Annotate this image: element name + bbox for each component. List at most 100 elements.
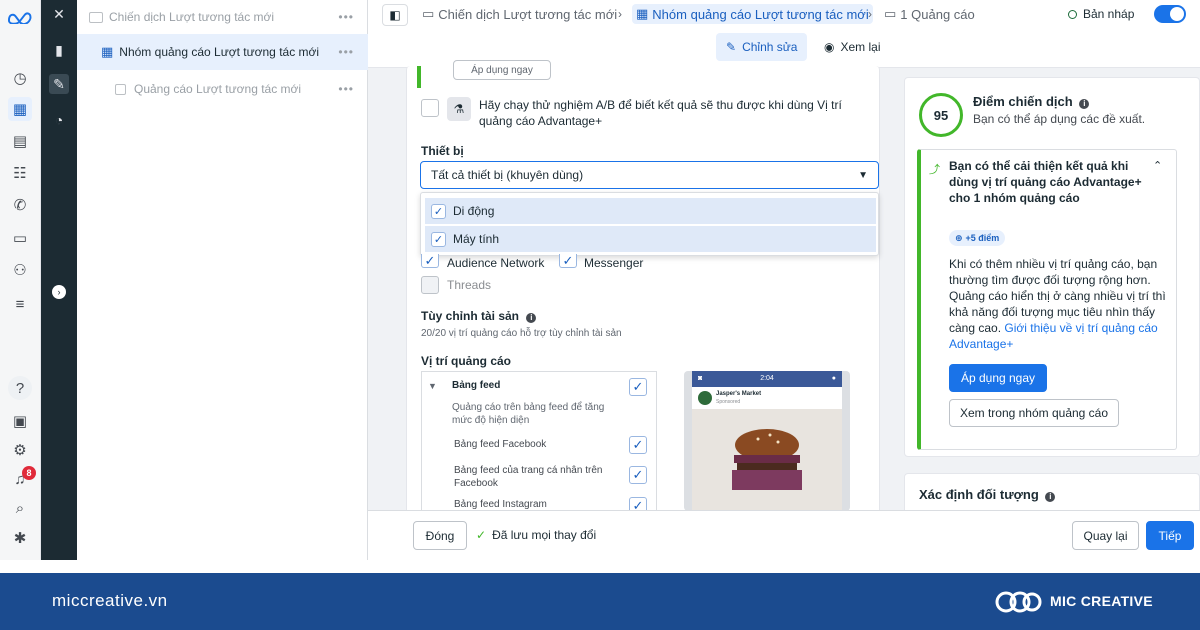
editor-header: ◧ ▭ Chiến dịch Lượt tương tác mới › ▦ Nh…	[368, 0, 1200, 68]
menu-icon[interactable]: ≡	[8, 292, 32, 316]
checkmark-icon: ✓	[431, 203, 446, 219]
close-icon[interactable]: ✕	[49, 4, 69, 24]
preview-page-name: Jasper's Market	[716, 391, 762, 397]
placement-facebook-feed: Bảng feed Facebook	[454, 439, 547, 450]
tab-review[interactable]: ◉ Xem lại	[814, 33, 891, 61]
breadcrumb-ad[interactable]: ▭ 1 Quảng cáo	[884, 6, 975, 22]
draft-status-icon	[1068, 9, 1077, 19]
apply-now-button[interactable]: Áp dụng ngay	[949, 364, 1047, 392]
devices-label: Thiết bị	[421, 144, 464, 158]
adset-grid-icon: ▦	[101, 44, 114, 59]
device-option-mobile[interactable]: ✓ Di động	[425, 198, 876, 224]
collapse-caret-icon[interactable]: ▼	[428, 381, 437, 391]
editor-main: Áp dụng ngay ⚗ Hãy chạy thử nghiệm A/B đ…	[368, 60, 1200, 518]
tree-campaign-label: Chiến dịch Lượt tương tác mới	[109, 10, 275, 24]
preview-time: 2:04	[760, 375, 774, 382]
back-button[interactable]: Quay lại	[1072, 521, 1139, 550]
device-option-mobile-label: Di động	[453, 204, 495, 218]
bug-report-icon[interactable]: ✱	[8, 526, 32, 550]
draft-status: Bản nháp	[1068, 7, 1134, 21]
connections-icon[interactable]: ⚇	[8, 258, 32, 282]
tab-edit-label: Chỉnh sửa	[742, 40, 798, 54]
info-icon[interactable]: i	[1079, 99, 1090, 109]
messenger-checkbox[interactable]: ✓	[559, 253, 577, 268]
breadcrumb-adset-label: Nhóm quảng cáo Lượt tương tác mới	[652, 6, 869, 22]
checkmark-icon: ✓	[431, 231, 446, 247]
more-options-icon[interactable]: •••	[338, 45, 354, 59]
chart-icon[interactable]: ▮	[49, 40, 69, 60]
audience-network-checkbox[interactable]: ✓	[421, 253, 439, 268]
brand-footer-strip: miccreative.vn MIC CREATIVE	[0, 573, 1200, 630]
score-title-text: Điểm chiến dịch	[973, 94, 1073, 109]
preview-sponsored: Sponsored	[716, 399, 741, 405]
placement-instagram-feed-checkbox[interactable]: ✓	[629, 497, 647, 510]
ad-page-icon	[115, 83, 126, 95]
points-badge: ⊕ +5 điểm	[949, 230, 1006, 246]
feed-section-checkbox[interactable]: ✓	[629, 378, 647, 396]
search-icon[interactable]: ⌕	[8, 496, 32, 520]
next-button[interactable]: Tiếp	[1146, 521, 1194, 550]
device-option-desktop[interactable]: ✓ Máy tính	[425, 226, 876, 252]
pages-icon[interactable]: ▤	[8, 129, 32, 153]
help-icon[interactable]: ?	[8, 376, 32, 400]
mic-creative-logo-icon	[995, 591, 1042, 613]
breadcrumb-campaign-label: Chiến dịch Lượt tương tác mới	[438, 6, 618, 22]
more-options-icon[interactable]: •••	[338, 82, 354, 96]
score-ring: 95	[919, 93, 963, 137]
folder-icon: ▭	[422, 6, 435, 21]
toggle-sidebar-icon[interactable]: ◧	[382, 4, 408, 26]
billing-card-icon[interactable]: ▭	[8, 226, 32, 250]
tree-ad-label: Quảng cáo Lượt tương tác mới	[134, 82, 302, 96]
preview-post: Jasper's Market Sponsored	[692, 387, 842, 511]
left-icon-rail: ◷ ▦ ▤ ☷ ✆ ▭ ⚇ ≡ ? ▣ ⚙ ♫ 8 ⌕ ✱	[0, 0, 41, 560]
ab-test-checkbox[interactable]	[421, 99, 439, 117]
info-icon[interactable]: i	[526, 313, 537, 323]
recommendation-card: ⤴ Bạn có thể cải thiện kết quả khi dùng …	[917, 149, 1177, 450]
adset-grid-icon: ▦	[636, 6, 649, 21]
more-options-icon[interactable]: •••	[338, 10, 354, 24]
breadcrumb-ad-label: 1 Quảng cáo	[900, 6, 975, 22]
score-subtitle: Bạn có thể áp dụng các đề xuất.	[973, 112, 1146, 126]
dashboard-icon[interactable]: ◷	[8, 66, 32, 90]
placement-profile-feed-checkbox[interactable]: ✓	[629, 466, 647, 484]
meta-logo-icon[interactable]	[7, 10, 33, 24]
audience-title: Xác định đối tượng i	[919, 487, 1056, 502]
burger-illustration	[732, 429, 802, 490]
expand-chevron-icon[interactable]: ›	[52, 285, 66, 299]
placement-facebook-feed-checkbox[interactable]: ✓	[629, 436, 647, 454]
brand-name: MIC CREATIVE	[1050, 593, 1153, 609]
devices-select[interactable]: Tất cả thiết bị (khuyên dùng) ▼	[420, 161, 879, 189]
apply-now-button-partial[interactable]: Áp dụng ngay	[453, 60, 551, 80]
tree-adset-label: Nhóm quảng cáo Lượt tương tác mới	[119, 45, 320, 59]
tab-edit[interactable]: ✎ Chỉnh sửa	[716, 33, 808, 61]
tree-item-campaign[interactable]: Chiến dịch Lượt tương tác mới •••	[77, 0, 368, 34]
tree-item-ad[interactable]: Quảng cáo Lượt tương tác mới •••	[77, 72, 368, 106]
publish-toggle[interactable]	[1154, 5, 1186, 23]
asset-customization-title-text: Tùy chỉnh tài sản	[421, 309, 520, 323]
tree-item-adset[interactable]: ▦ Nhóm quảng cáo Lượt tương tác mới •••	[77, 34, 368, 70]
breadcrumb-campaign[interactable]: ▭ Chiến dịch Lượt tương tác mới	[422, 6, 617, 22]
ads-manager-table-icon[interactable]: ▦	[8, 97, 32, 121]
audience-network-label: Audience Network	[447, 256, 545, 270]
audiences-icon[interactable]: ☷	[8, 161, 32, 185]
brand-site-url: miccreative.vn	[52, 591, 168, 610]
preview-burger-image	[692, 409, 842, 511]
collapse-chevron-icon[interactable]: ⌃	[1153, 159, 1162, 172]
threads-label: Threads	[447, 278, 492, 292]
history-clock-icon[interactable]: ◔	[49, 110, 69, 130]
megaphone-icon[interactable]: ✆	[8, 193, 32, 217]
settings-gear-icon[interactable]: ⚙	[8, 438, 32, 462]
threads-checkbox[interactable]	[421, 276, 439, 294]
editor-dark-rail: ✕ ▮ ✎ ◔ ›	[41, 0, 77, 560]
close-button[interactable]: Đóng	[413, 521, 467, 550]
breadcrumb-adset[interactable]: ▦ Nhóm quảng cáo Lượt tương tác mới	[632, 4, 873, 24]
news-icon[interactable]: ▣	[8, 409, 32, 433]
points-badge-label: +5 điểm	[965, 233, 1000, 243]
info-icon[interactable]: i	[1045, 492, 1056, 502]
view-in-adset-button[interactable]: Xem trong nhóm quảng cáo	[949, 399, 1119, 427]
placements-title: Vị trí quảng cáo	[421, 354, 512, 368]
devices-dropdown-menu: ✓ Di động ✓ Máy tính	[420, 192, 879, 256]
edit-pencil-icon[interactable]: ✎	[49, 74, 69, 94]
placement-instagram-feed: Bảng feed Instagram	[454, 499, 547, 510]
page-avatar	[698, 391, 712, 405]
